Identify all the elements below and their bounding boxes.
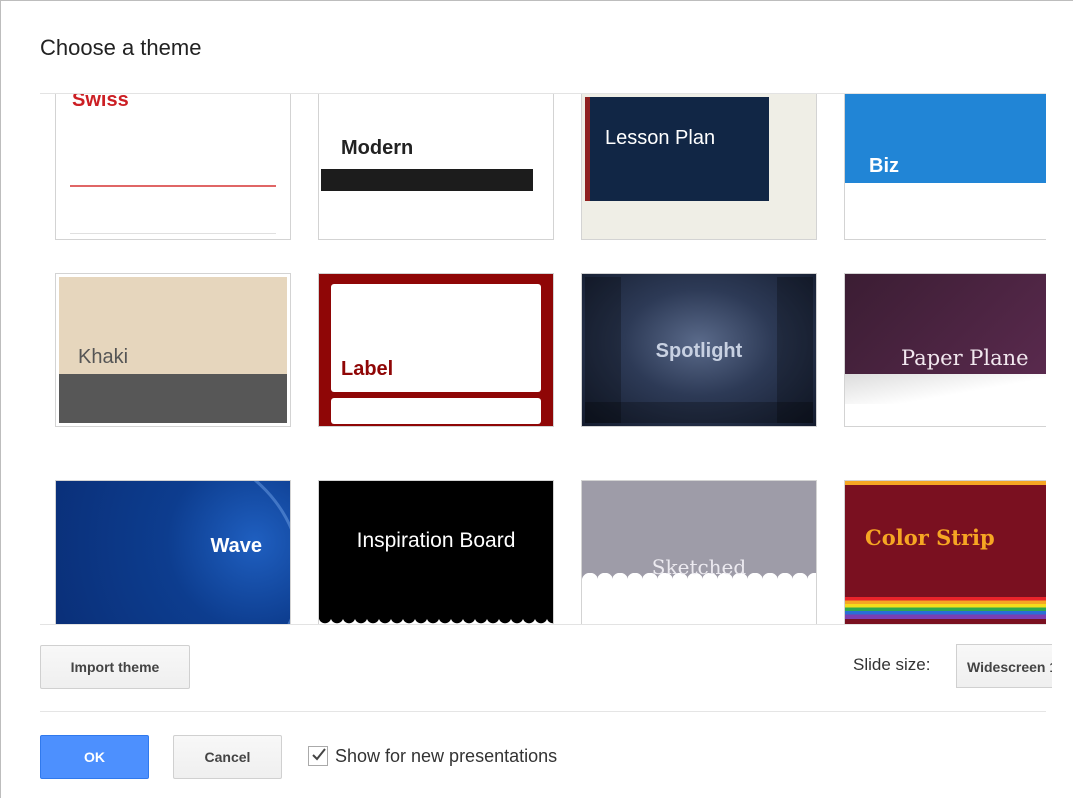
theme-label: Inspiration Board	[356, 529, 516, 552]
theme-label: Spotlight	[655, 340, 743, 362]
theme-label: Modern	[341, 137, 414, 159]
theme-label: Sketched	[651, 555, 747, 579]
scalloped-edge	[319, 617, 553, 624]
dialog-title: Choose a theme	[40, 35, 202, 60]
theme-tile-lesson-plan[interactable]: Lesson Plan	[581, 94, 817, 240]
show-for-new-label[interactable]: Show for new presentations	[335, 746, 557, 767]
theme-tile-biz[interactable]: Biz	[844, 94, 1046, 240]
theme-tile-color-strip[interactable]: Color Strip	[844, 480, 1046, 624]
theme-label: Biz	[869, 155, 899, 177]
subtitle-card	[331, 398, 541, 424]
import-theme-button[interactable]: Import theme	[40, 645, 190, 689]
theme-label: Paper Plane	[901, 346, 1029, 370]
ok-button[interactable]: OK	[40, 735, 149, 779]
theme-label: Color Strip	[865, 525, 995, 550]
theme-label: Label	[341, 358, 394, 380]
theme-dialog: Choose a theme Swiss Modern Lesson Plan …	[0, 0, 1073, 798]
title-bar	[321, 169, 533, 191]
theme-grid[interactable]: Swiss Modern Lesson Plan Biz Khaki Label	[40, 93, 1046, 625]
stage-floor	[585, 402, 813, 423]
theme-label: Lesson Plan	[605, 127, 716, 149]
theme-tile-spotlight[interactable]: Spotlight	[581, 273, 817, 427]
theme-label: Khaki	[78, 346, 129, 368]
theme-tile-modern[interactable]: Modern	[318, 94, 554, 240]
theme-label: Swiss	[72, 93, 129, 111]
accent-rule	[70, 185, 276, 187]
footer-divider	[40, 711, 1046, 712]
slide-size-label: Slide size:	[853, 655, 931, 674]
cancel-button[interactable]: Cancel	[173, 735, 282, 779]
theme-tile-khaki[interactable]: Khaki	[55, 273, 291, 427]
theme-tile-label[interactable]: Label	[318, 273, 554, 427]
rainbow-stripes	[845, 597, 1046, 619]
theme-tile-swiss[interactable]: Swiss	[55, 93, 291, 240]
paper-fold	[845, 374, 1046, 404]
theme-label: Wave	[210, 535, 262, 557]
khaki-bottom	[59, 374, 287, 423]
theme-tile-wave[interactable]: Wave	[55, 480, 291, 624]
checkmark-icon	[312, 748, 326, 761]
slide-size-select[interactable]: Widescreen 16:9	[956, 644, 1052, 688]
theme-tile-inspiration-board[interactable]: Inspiration Board	[318, 480, 554, 624]
show-for-new-checkbox[interactable]	[308, 746, 328, 766]
theme-tile-paper-plane[interactable]: Paper Plane	[844, 273, 1046, 427]
divider-rule	[70, 233, 276, 234]
top-stripe	[845, 481, 1046, 485]
theme-tile-sketched[interactable]: Sketched	[581, 480, 817, 624]
